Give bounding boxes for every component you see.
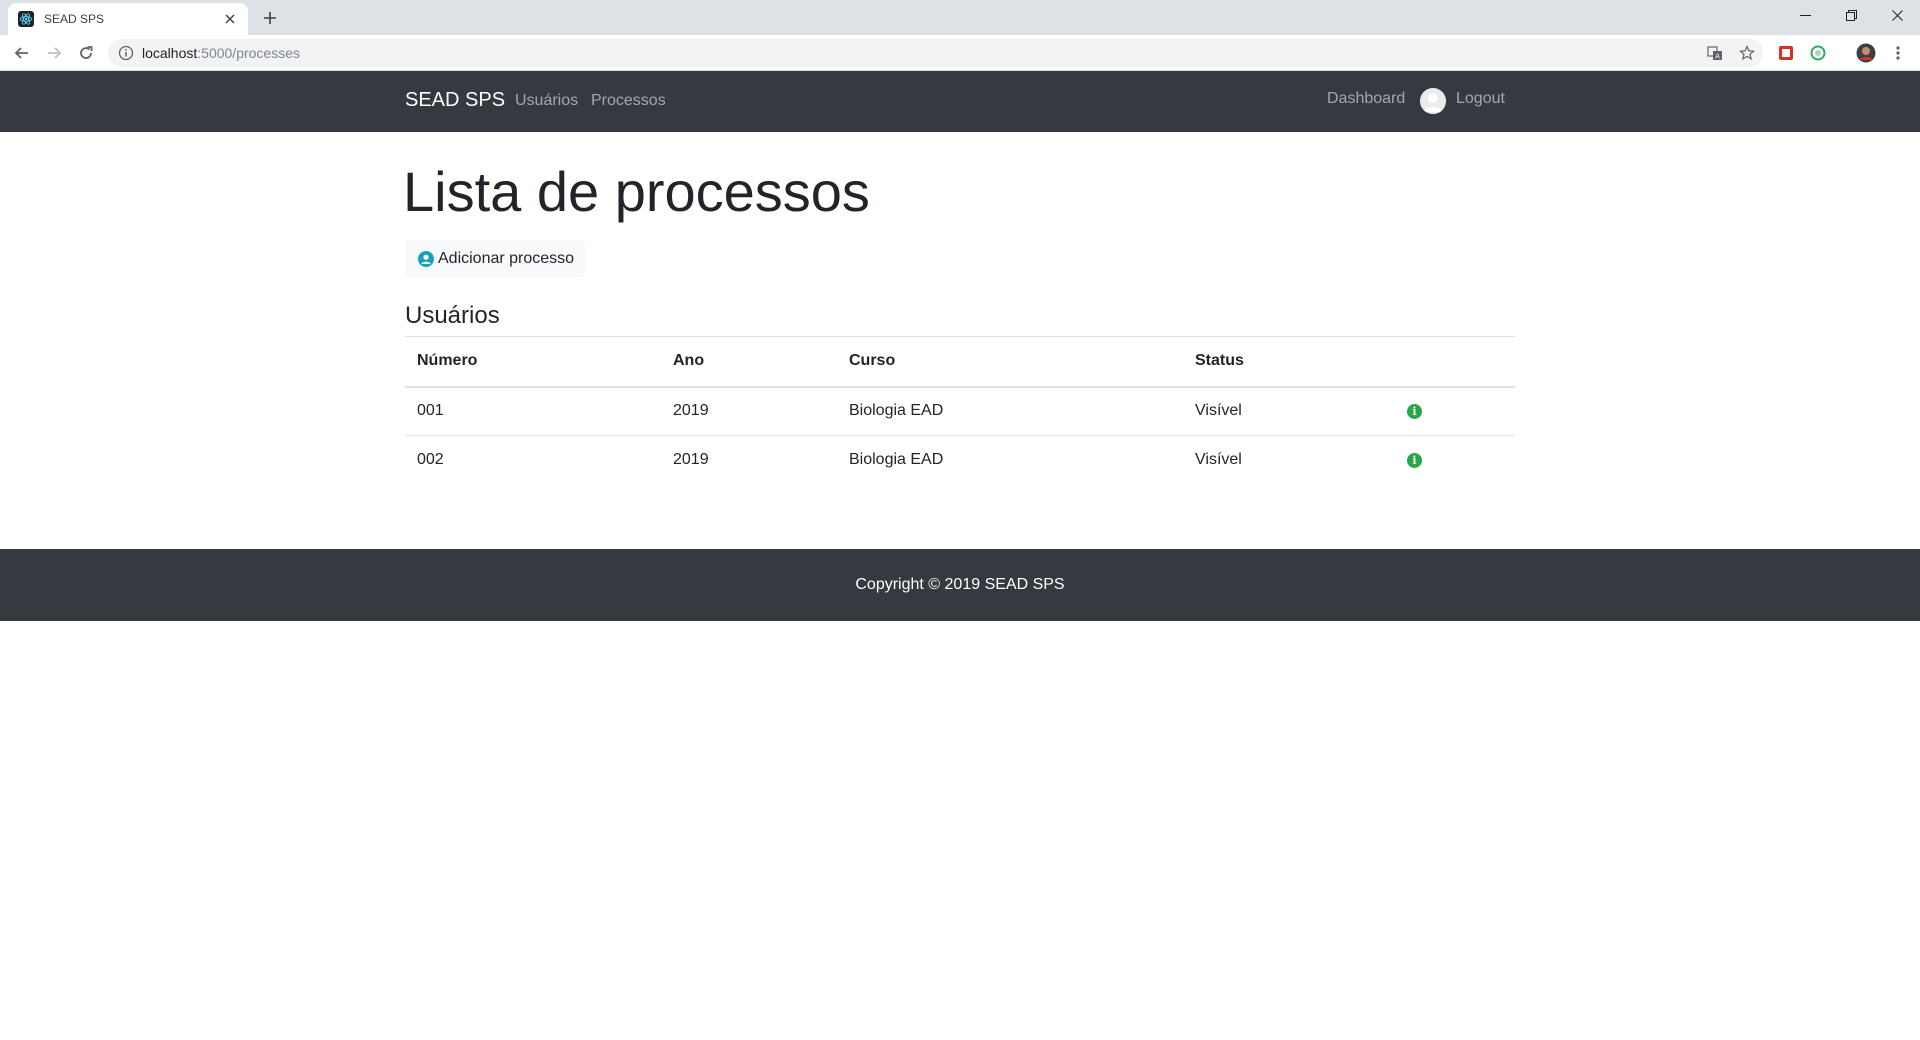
table-row: 001 2019 Biologia EAD Visível i (405, 387, 1515, 436)
profile-avatar-icon[interactable] (1850, 39, 1882, 67)
browser-toolbar: localhost:5000/processes A (0, 35, 1920, 71)
page-footer: Copyright © 2019 SEAD SPS (0, 549, 1920, 621)
user-circle-icon (418, 250, 434, 267)
restore-icon[interactable] (1828, 0, 1874, 30)
app-navbar: SEAD SPS Usuários Processos Dashboard Lo… (0, 71, 1920, 132)
address-bar[interactable]: localhost:5000/processes A (108, 39, 1763, 67)
site-info-icon[interactable] (118, 45, 134, 61)
add-process-label: Adicionar processo (438, 249, 575, 267)
info-circle-icon[interactable]: i (1407, 404, 1422, 420)
nav-link-dashboard[interactable]: Dashboard (1327, 90, 1405, 108)
menu-kebab-icon[interactable] (1882, 39, 1914, 67)
nav-link-usuarios[interactable]: Usuários (515, 92, 578, 110)
column-header-ano: Ano (673, 352, 705, 370)
cell-ano: 2019 (673, 451, 709, 469)
toolbar-divider (1834, 39, 1850, 67)
minimize-icon[interactable] (1782, 0, 1828, 30)
navbar-brand[interactable]: SEAD SPS (405, 89, 505, 112)
column-header-numero: Número (417, 352, 478, 370)
cell-numero: 001 (417, 402, 444, 420)
bookmark-star-icon[interactable] (1731, 39, 1763, 67)
column-header-actions (1395, 337, 1515, 387)
browser-tabstrip: SEAD SPS (0, 0, 1920, 35)
nav-link-logout[interactable]: Logout (1456, 90, 1505, 108)
new-tab-icon[interactable] (258, 6, 282, 30)
user-avatar-icon[interactable] (1420, 88, 1446, 114)
forward-arrow-icon[interactable] (40, 39, 68, 67)
translate-icon[interactable]: A (1699, 39, 1731, 67)
cell-numero: 002 (417, 451, 444, 469)
close-window-icon[interactable] (1874, 0, 1920, 30)
info-circle-icon[interactable]: i (1407, 453, 1422, 469)
svg-text:A: A (1715, 53, 1720, 61)
react-favicon-icon (18, 11, 34, 27)
cell-curso: Biologia EAD (849, 451, 944, 469)
reload-icon[interactable] (72, 39, 100, 67)
column-header-curso: Curso (849, 352, 896, 370)
processes-table: Número Ano Curso Status 001 2019 Biologi… (405, 336, 1515, 485)
cell-curso: Biologia EAD (849, 402, 944, 420)
back-arrow-icon[interactable] (8, 39, 36, 67)
cell-status: Visível (1195, 451, 1242, 469)
cell-actions: i (1395, 387, 1515, 436)
copyright-text: Copyright © 2019 SEAD SPS (855, 576, 1065, 593)
tab-title: SEAD SPS (44, 12, 105, 26)
column-header-status: Status (1195, 352, 1244, 370)
close-tab-icon[interactable] (222, 11, 238, 27)
extensions-area (1770, 39, 1914, 67)
page-title: Lista de processos (403, 160, 870, 223)
browser-tab[interactable]: SEAD SPS (8, 3, 248, 35)
add-process-button[interactable]: Adicionar processo (405, 240, 585, 277)
table-header-row: Número Ano Curso Status (405, 336, 1515, 387)
window-controls (1782, 0, 1920, 30)
cell-status: Visível (1195, 402, 1242, 420)
nav-link-processos[interactable]: Processos (591, 92, 666, 110)
section-title: Usuários (405, 302, 500, 329)
extension-red-icon[interactable] (1770, 39, 1802, 67)
cell-ano: 2019 (673, 402, 709, 420)
url-text: localhost:5000/processes (142, 45, 300, 61)
extension-green-icon[interactable] (1802, 39, 1834, 67)
cell-actions: i (1395, 436, 1515, 485)
table-row: 002 2019 Biologia EAD Visível i (405, 435, 1515, 485)
